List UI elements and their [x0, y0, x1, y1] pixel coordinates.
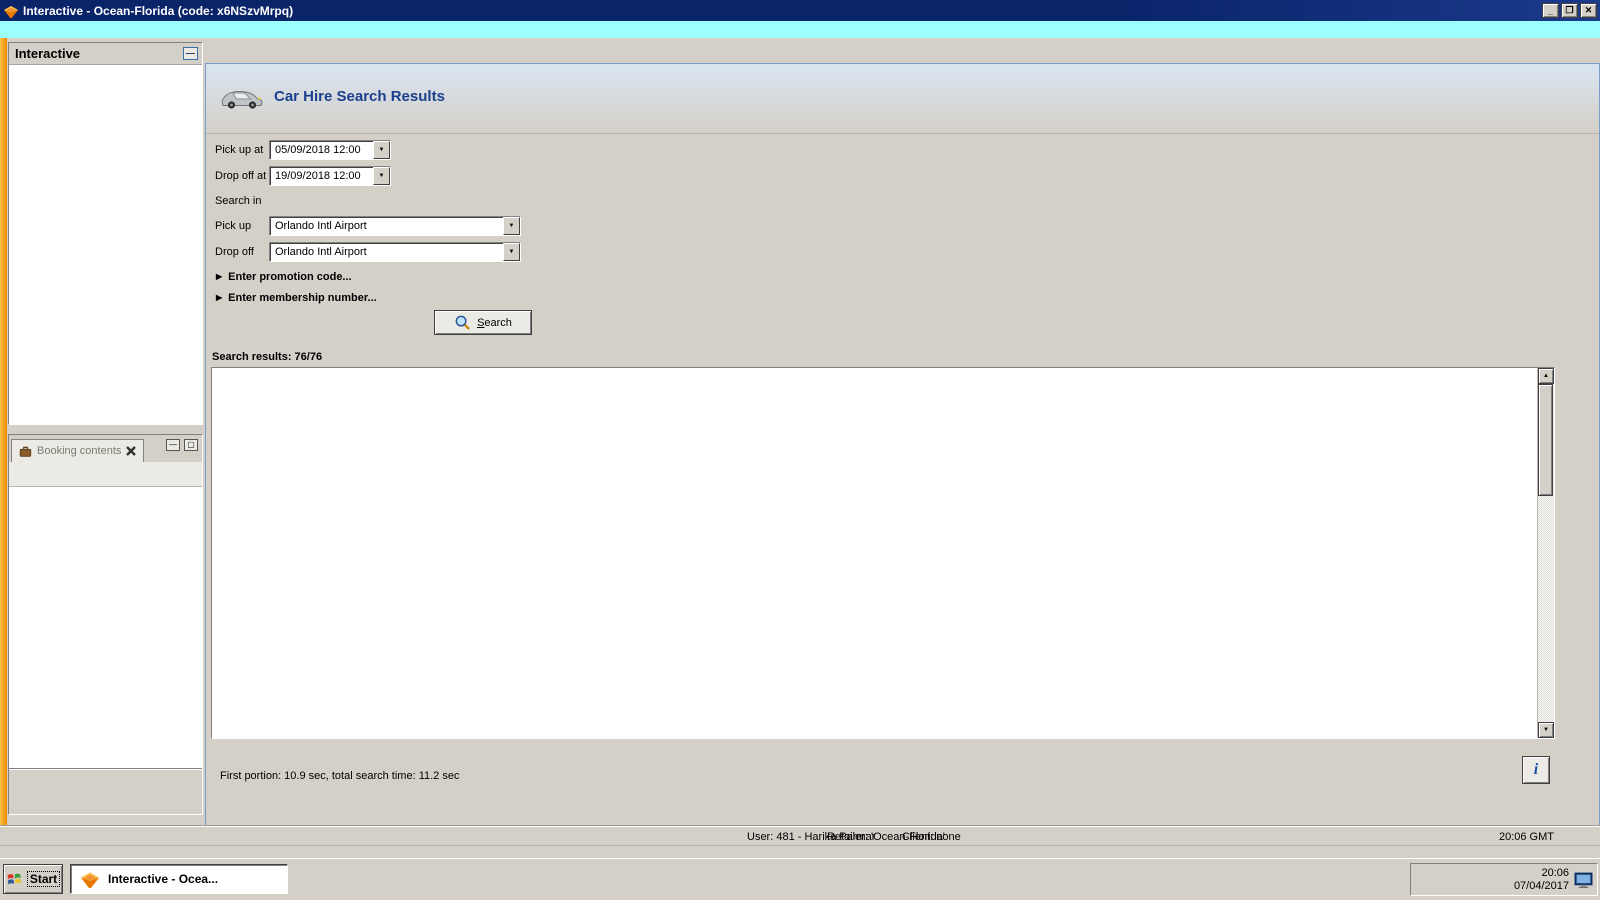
chevron-down-icon[interactable]: ▼	[503, 217, 520, 235]
screen: Interactive - Ocean-Florida (code: x6NSz…	[0, 0, 1600, 900]
window-titlebar: Interactive - Ocean-Florida (code: x6NSz…	[0, 0, 1600, 21]
drop-off-label: Drop off	[215, 246, 254, 258]
booking-panel-maximize-icon[interactable]: ▢	[184, 439, 198, 451]
car-icon	[218, 82, 264, 112]
results-table-header	[212, 368, 1537, 385]
results-count-label: Search results: 76/76	[212, 351, 323, 363]
search-icon	[454, 314, 471, 331]
info-button[interactable]: i	[1522, 756, 1550, 784]
window-title: Interactive - Ocean-Florida (code: x6NSz…	[23, 3, 294, 18]
main-area: Car Hire Search Results Pick up at 05/09…	[205, 38, 1600, 826]
search-button[interactable]: Search	[434, 310, 532, 335]
window-restore-button[interactable]: ❐	[1561, 3, 1578, 18]
car-hire-search-panel: Car Hire Search Results Pick up at 05/09…	[205, 63, 1600, 826]
windows-logo-icon	[6, 872, 24, 887]
booking-contents-title: Booking contents	[37, 445, 122, 457]
window-minimize-button[interactable]: _	[1542, 3, 1559, 18]
drop-off-at-combobox[interactable]: 19/09/2018 12:00 ▼	[269, 166, 391, 186]
membership-number-toggle[interactable]: ▶ Enter membership number...	[216, 292, 377, 304]
interactive-panel: Interactive —	[8, 42, 203, 425]
pick-up-at-label: Pick up at	[215, 144, 264, 156]
booking-panel-minimize-icon[interactable]: —	[166, 439, 180, 451]
taskbar: Start Interactive - Ocea... 20:06 07/04/…	[0, 858, 1600, 900]
drop-off-at-label: Drop off at	[215, 170, 267, 182]
scroll-up-icon[interactable]: ▲	[1538, 368, 1554, 384]
status-bar: User: 481 - Harika Parmar Retailer: 'Oce…	[0, 826, 1600, 845]
scrollbar-thumb[interactable]	[1538, 384, 1554, 496]
drop-off-combobox[interactable]: Orlando Intl Airport ▼	[269, 242, 521, 262]
status-time: 20:06 GMT	[1498, 831, 1554, 843]
pick-up-combobox[interactable]: Orlando Intl Airport ▼	[269, 216, 521, 236]
document-tabbar	[205, 40, 1600, 63]
expand-arrow-icon: ▶	[216, 272, 223, 281]
scroll-down-icon[interactable]: ▼	[1538, 722, 1554, 738]
system-tray: 20:06 07/04/2017	[1410, 863, 1598, 896]
booking-contents-panel: Booking contents — ▢	[8, 434, 203, 815]
app-logo-icon	[3, 4, 19, 19]
window-close-button[interactable]: ✕	[1580, 3, 1597, 18]
booking-contents-tabbar: Booking contents — ▢	[9, 435, 202, 462]
chevron-down-icon[interactable]: ▼	[503, 243, 520, 261]
navigation-tree	[9, 65, 202, 71]
expand-arrow-icon: ▶	[216, 293, 223, 302]
dock-accent-strip	[0, 38, 7, 826]
results-table: ▲ ▼	[211, 367, 1555, 739]
display-settings-icon[interactable]	[1574, 871, 1593, 889]
taskbar-clock[interactable]: 20:06 07/04/2017	[1514, 867, 1569, 893]
interactive-panel-title: Interactive	[15, 46, 81, 61]
page-header: Car Hire Search Results	[206, 64, 1599, 134]
booking-contents-tab[interactable]: Booking contents	[11, 439, 145, 462]
workspace: Interactive — Booking contents — ▢ Car H…	[0, 38, 1600, 826]
promotion-code-toggle[interactable]: ▶ Enter promotion code...	[216, 271, 352, 283]
pick-up-at-combobox[interactable]: 05/09/2018 12:00 ▼	[269, 140, 391, 160]
app-logo-icon	[79, 870, 101, 890]
results-table-body	[212, 385, 1538, 738]
taskbar-task-button[interactable]: Interactive - Ocea...	[70, 864, 288, 894]
interactive-panel-header: Interactive —	[9, 43, 202, 65]
booking-tab-close-icon[interactable]	[125, 445, 137, 457]
vertical-scrollbar[interactable]: ▲ ▼	[1537, 368, 1554, 738]
search-timing-status: First portion: 10.9 sec, total search ti…	[220, 770, 460, 782]
booking-contents-totals	[9, 768, 202, 814]
chevron-down-icon[interactable]: ▼	[373, 167, 390, 185]
start-button[interactable]: Start	[3, 864, 63, 894]
suitcase-icon	[18, 444, 33, 458]
chevron-down-icon[interactable]: ▼	[373, 141, 390, 159]
status-client: Client: none	[902, 831, 961, 843]
booking-contents-toolbar	[9, 462, 202, 487]
search-in-label: Search in	[215, 195, 262, 207]
pick-up-label: Pick up	[215, 220, 252, 232]
panel-minimize-icon[interactable]: —	[183, 47, 198, 60]
page-title: Car Hire Search Results	[274, 88, 445, 105]
menu-bar	[0, 21, 1600, 38]
